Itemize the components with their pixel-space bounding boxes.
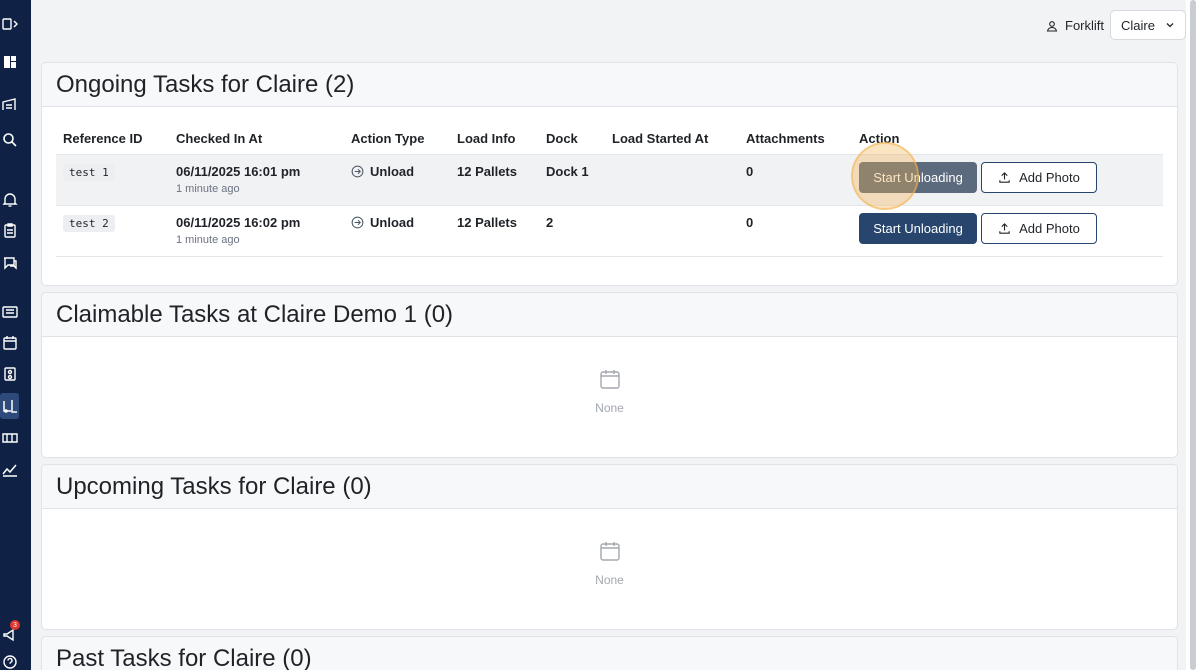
- checked-in-time: 06/11/2025 16:01 pm: [176, 163, 301, 179]
- calendar-icon: [599, 542, 620, 561]
- column-header: Attachments: [739, 125, 852, 155]
- upload-icon: [999, 222, 1010, 234]
- checked-in-relative: 1 minute ago: [176, 233, 240, 246]
- clipboard-icon[interactable]: [0, 220, 20, 240]
- bell-icon[interactable]: [0, 190, 20, 210]
- add-photo-label: Add Photo: [1019, 220, 1080, 236]
- list-icon[interactable]: [0, 302, 20, 322]
- chevron-down-icon: [1166, 23, 1174, 28]
- action-type: Unload: [351, 215, 450, 230]
- checked-in-time: 06/11/2025 16:02 pm: [176, 214, 301, 230]
- panel-title: Upcoming Tasks for Claire (0): [42, 465, 1177, 509]
- start-unloading-button[interactable]: Start Unloading: [859, 212, 977, 244]
- reference-id: test 1: [63, 163, 115, 181]
- ongoing-tasks-table: Reference ID Checked In At Action Type L…: [56, 125, 1163, 257]
- column-header: Load Info: [450, 125, 539, 155]
- action-cell: Start Unloading Add Photo: [852, 154, 1163, 206]
- table-row: test 2 06/11/2025 16:02 pm 1 minute ago …: [56, 205, 1163, 257]
- action-type-label: Unload: [370, 214, 415, 230]
- notification-count-badge: 3: [10, 620, 20, 630]
- panel-title: Ongoing Tasks for Claire (2): [42, 63, 1177, 107]
- ongoing-tasks-panel: Ongoing Tasks for Claire (2) Reference I…: [41, 62, 1178, 286]
- ref-cell: test 1: [56, 154, 169, 206]
- column-header: Dock: [539, 125, 605, 155]
- reference-id: test 2: [63, 214, 115, 232]
- help-icon[interactable]: [0, 652, 20, 670]
- add-photo-button[interactable]: Add Photo: [981, 212, 1097, 244]
- dashboard-icon[interactable]: [0, 52, 20, 72]
- row-actions: Start Unloading Add Photo: [859, 212, 1163, 244]
- role-label: Forklift: [1065, 18, 1104, 33]
- empty-state-text: None: [595, 573, 624, 587]
- add-photo-label: Add Photo: [1019, 169, 1080, 185]
- column-header: Load Started At: [605, 125, 739, 155]
- dock: Dock 1: [539, 154, 605, 206]
- action-type-cell: Unload: [344, 205, 450, 257]
- column-header: Checked In At: [169, 125, 344, 155]
- scrollbar-thumb[interactable]: [1190, 0, 1196, 670]
- user-dropdown[interactable]: Claire: [1110, 10, 1186, 40]
- empty-state: None: [42, 509, 1177, 587]
- panel-title: Past Tasks for Claire (0): [42, 637, 1177, 670]
- action-type-cell: Unload: [344, 154, 450, 206]
- action-type: Unload: [351, 164, 450, 179]
- attachments-count: 0: [739, 154, 852, 206]
- load-started-at: [605, 154, 739, 206]
- checked-in-cell: 06/11/2025 16:01 pm 1 minute ago: [169, 154, 344, 206]
- appointments-icon[interactable]: [0, 364, 20, 384]
- ref-cell: test 2: [56, 205, 169, 257]
- add-photo-button[interactable]: Add Photo: [981, 161, 1097, 193]
- calendar-icon: [599, 370, 620, 389]
- load-started-at: [605, 205, 739, 257]
- arrow-circle-right-icon: [351, 216, 364, 228]
- checked-in-relative: 1 minute ago: [176, 182, 240, 195]
- scrollbar-track[interactable]: [1186, 0, 1200, 670]
- warehouse-icon[interactable]: [0, 94, 20, 114]
- arrow-circle-right-icon: [351, 165, 364, 177]
- table-header-row: Reference ID Checked In At Action Type L…: [56, 125, 1163, 155]
- user-icon: [1046, 20, 1058, 32]
- column-header: Action Type: [344, 125, 450, 155]
- calendar-icon[interactable]: [0, 333, 20, 353]
- upcoming-tasks-panel: Upcoming Tasks for Claire (0) None: [41, 464, 1178, 630]
- collapse-sidebar-icon[interactable]: [0, 14, 20, 34]
- docks-icon[interactable]: [0, 428, 20, 448]
- chat-icon[interactable]: [0, 253, 20, 273]
- action-type-label: Unload: [370, 163, 415, 179]
- user-dropdown-value: Claire: [1121, 17, 1155, 33]
- table-row: test 1 06/11/2025 16:01 pm 1 minute ago …: [56, 154, 1163, 206]
- sidebar: 3: [0, 0, 31, 670]
- dock: 2: [539, 205, 605, 257]
- column-header: Action: [852, 125, 1163, 155]
- checked-in-cell: 06/11/2025 16:02 pm 1 minute ago: [169, 205, 344, 257]
- load-info: 12 Pallets: [450, 205, 539, 257]
- start-unloading-button[interactable]: Start Unloading: [859, 161, 977, 193]
- top-bar: Forklift Claire: [31, 0, 1186, 52]
- analytics-icon[interactable]: [0, 459, 20, 479]
- empty-state-text: None: [595, 401, 624, 415]
- column-header: Reference ID: [56, 125, 169, 155]
- load-info: 12 Pallets: [450, 154, 539, 206]
- attachments-count: 0: [739, 205, 852, 257]
- upload-icon: [999, 171, 1010, 183]
- claimable-tasks-panel: Claimable Tasks at Claire Demo 1 (0) Non…: [41, 292, 1178, 458]
- role-indicator: Forklift: [1046, 18, 1104, 33]
- action-cell: Start Unloading Add Photo: [852, 205, 1163, 257]
- past-tasks-panel: Past Tasks for Claire (0): [41, 636, 1178, 670]
- empty-state: None: [42, 337, 1177, 415]
- search-icon[interactable]: [0, 130, 20, 150]
- row-actions: Start Unloading Add Photo: [859, 161, 1163, 193]
- panel-title: Claimable Tasks at Claire Demo 1 (0): [42, 293, 1177, 337]
- forklift-icon[interactable]: [0, 393, 19, 419]
